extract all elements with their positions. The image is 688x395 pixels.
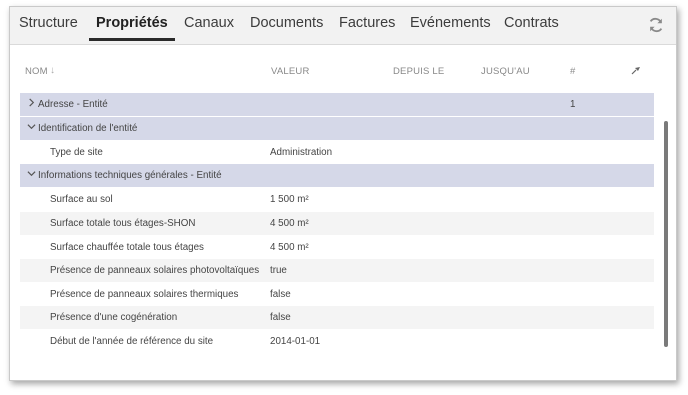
chevron-down-icon	[27, 171, 36, 177]
properties-panel: Structure Propriétés Canaux Documents Fa…	[9, 6, 677, 381]
arrow-down-icon[interactable]: ↓	[50, 65, 55, 76]
tab-structure[interactable]: Structure	[19, 15, 78, 37]
tab-proprietes[interactable]: Propriétés	[96, 15, 168, 37]
property-value: true	[270, 265, 287, 276]
table-row: Début de l'année de référence du site 20…	[20, 330, 654, 353]
group-label: Adresse - Entité	[38, 99, 108, 110]
property-name: Surface au sol	[50, 194, 113, 205]
group-row-adresse[interactable]: Adresse - Entité 1	[20, 93, 654, 116]
group-label: Identification de l'entité	[38, 123, 138, 134]
table-row: Présence de panneaux solaires thermiques…	[20, 283, 654, 306]
tab-canaux[interactable]: Canaux	[184, 15, 234, 37]
property-name: Début de l'année de référence du site	[50, 336, 214, 347]
property-value: false	[270, 312, 291, 323]
chevron-down-icon	[27, 124, 36, 130]
refresh-icon[interactable]	[647, 16, 665, 34]
property-name: Présence de panneaux solaires thermiques	[50, 289, 239, 300]
property-name: Présence d'une cogénération	[50, 312, 178, 323]
table-row: Surface totale tous étages-SHON 4 500 m²	[20, 212, 654, 235]
property-value: 1 500 m²	[270, 194, 309, 205]
table-row: Surface chauffée totale tous étages 4 50…	[20, 236, 654, 259]
property-name: Surface totale tous étages-SHON	[50, 218, 196, 229]
column-header-valeur[interactable]: VALEUR	[271, 66, 310, 77]
tab-bar: Structure Propriétés Canaux Documents Fa…	[10, 7, 676, 45]
property-name: Type de site	[50, 147, 103, 158]
pin-icon[interactable]	[631, 65, 641, 75]
property-value: 2014-01-01	[270, 336, 321, 347]
property-name: Présence de panneaux solaires photovolta…	[50, 265, 260, 276]
tab-evenements[interactable]: Evénements	[410, 15, 491, 37]
table-row: Surface au sol 1 500 m²	[20, 188, 654, 211]
property-name: Surface chauffée totale tous étages	[50, 242, 204, 253]
table-row: Présence de panneaux solaires photovolta…	[20, 259, 654, 282]
tab-contrats[interactable]: Contrats	[504, 15, 559, 37]
group-row-informations-techniques[interactable]: Informations techniques générales - Enti…	[20, 164, 654, 187]
table-header: NOM VALEUR DEPUIS LE JUSQU'AU #	[10, 56, 676, 86]
property-value: false	[270, 289, 291, 300]
column-header-nom[interactable]: NOM	[25, 66, 48, 77]
chevron-right-icon	[29, 98, 35, 107]
group-row-identification[interactable]: Identification de l'entité	[20, 117, 654, 140]
active-tab-indicator	[89, 38, 175, 41]
table-row: Présence d'une cogénération false	[20, 306, 654, 329]
property-value: Administration	[270, 147, 333, 158]
table-row: Type de site Administration	[20, 141, 654, 164]
property-value: 4 500 m²	[270, 218, 309, 229]
scrollbar-thumb[interactable]	[664, 121, 668, 347]
property-value: 4 500 m²	[270, 242, 309, 253]
column-header-depuis-le[interactable]: DEPUIS LE	[393, 66, 444, 77]
tab-factures[interactable]: Factures	[339, 15, 395, 37]
column-header-jusqu-au[interactable]: JUSQU'AU	[481, 66, 530, 77]
group-label: Informations techniques générales - Enti…	[38, 170, 222, 181]
column-header-count[interactable]: #	[570, 66, 575, 77]
group-count: 1	[570, 99, 576, 110]
tab-documents[interactable]: Documents	[250, 15, 323, 37]
